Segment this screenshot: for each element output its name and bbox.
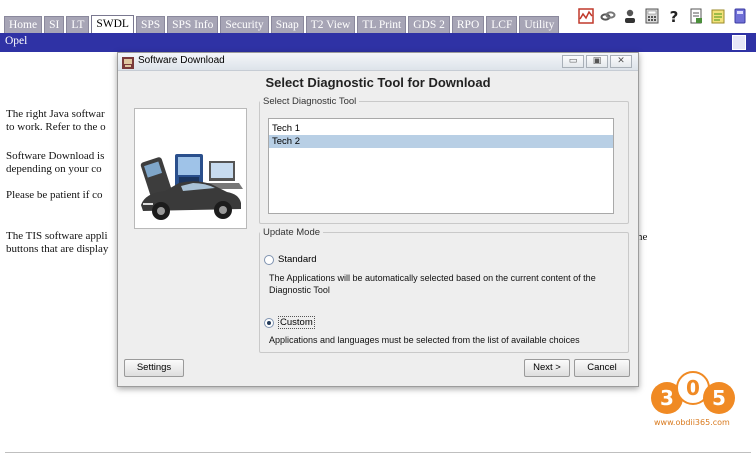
background-text: Software Download is bbox=[6, 150, 105, 162]
tab-sps-info[interactable]: SPS Info bbox=[167, 16, 219, 33]
tab-si[interactable]: SI bbox=[44, 16, 65, 33]
software-download-dialog: Software Download ▭ ▣ ✕ Select Diagnosti… bbox=[117, 52, 639, 387]
update-mode-label: Update Mode bbox=[263, 227, 321, 238]
list-item-tech2[interactable]: Tech 2 bbox=[269, 135, 613, 148]
minimize-button[interactable]: ▭ bbox=[562, 55, 584, 68]
tab-t2-view[interactable]: T2 View bbox=[305, 16, 356, 33]
background-text: The right Java softwar bbox=[6, 108, 105, 120]
divider bbox=[5, 452, 751, 453]
dialog-heading: Select Diagnostic Tool for Download bbox=[265, 75, 491, 90]
custom-description: Applications and languages must be selec… bbox=[269, 335, 580, 345]
tab-home[interactable]: Home bbox=[4, 16, 43, 33]
watermark-url: www.obdii365.com bbox=[654, 418, 730, 427]
custom-radio[interactable]: Custom bbox=[264, 316, 315, 329]
window-controls: ▭ ▣ ✕ bbox=[560, 55, 632, 68]
document-icon[interactable] bbox=[732, 35, 746, 50]
settings-button[interactable]: Settings bbox=[124, 359, 184, 377]
cancel-button[interactable]: Cancel bbox=[574, 359, 630, 377]
diagnostic-tools-image bbox=[134, 108, 247, 229]
tab-sps[interactable]: SPS bbox=[135, 16, 166, 33]
tab-rpo[interactable]: RPO bbox=[451, 16, 485, 33]
svg-text:5: 5 bbox=[712, 386, 726, 410]
svg-text:3: 3 bbox=[660, 386, 674, 410]
select-tool-label: Select Diagnostic Tool bbox=[263, 96, 357, 107]
tab-swdl[interactable]: SWDL bbox=[91, 15, 134, 33]
background-text: depending on your co bbox=[6, 163, 102, 175]
standard-label: Standard bbox=[278, 254, 317, 265]
radio-unchecked-icon[interactable] bbox=[264, 254, 274, 265]
brand-label: Opel bbox=[5, 35, 28, 47]
tab-lt[interactable]: LT bbox=[66, 16, 90, 33]
link-icon[interactable] bbox=[600, 8, 616, 24]
tab-utility[interactable]: Utility bbox=[519, 16, 560, 33]
chart-icon[interactable] bbox=[578, 8, 594, 24]
background-text: to work. Refer to the o bbox=[6, 121, 106, 133]
tab-gds2[interactable]: GDS 2 bbox=[408, 16, 450, 33]
dialog-title: Software Download bbox=[138, 55, 225, 66]
calculator-icon[interactable] bbox=[644, 8, 660, 24]
standard-description: The Applications will be automatically s… bbox=[269, 273, 596, 295]
tab-security[interactable]: Security bbox=[220, 16, 269, 33]
dialog-titlebar[interactable]: Software Download ▭ ▣ ✕ bbox=[118, 53, 638, 71]
tab-strip: Home SI LT SWDL SPS SPS Info Security Sn… bbox=[4, 15, 561, 33]
radio-checked-icon[interactable] bbox=[264, 317, 274, 328]
document-icon[interactable] bbox=[688, 8, 704, 24]
help-icon[interactable]: ? bbox=[666, 8, 682, 24]
tab-tl-print[interactable]: TL Print bbox=[357, 16, 407, 33]
custom-label: Custom bbox=[278, 316, 315, 329]
next-button[interactable]: Next > bbox=[524, 359, 570, 377]
close-button[interactable]: ✕ bbox=[610, 55, 632, 68]
standard-radio[interactable]: Standard bbox=[264, 254, 317, 265]
book-icon[interactable] bbox=[732, 8, 748, 24]
background-text: buttons that are display bbox=[6, 243, 109, 255]
list-item-tech1[interactable]: Tech 1 bbox=[269, 122, 613, 135]
maximize-button[interactable]: ▣ bbox=[586, 55, 608, 68]
brand-bar: Opel bbox=[0, 33, 756, 52]
tab-lcf[interactable]: LCF bbox=[486, 16, 518, 33]
svg-text:0: 0 bbox=[686, 376, 700, 400]
tab-snap[interactable]: Snap bbox=[270, 16, 304, 33]
background-text: The TIS software appli bbox=[6, 230, 108, 242]
diagnostic-tool-list[interactable]: Tech 1 Tech 2 bbox=[268, 118, 614, 214]
background-text: Please be patient if co bbox=[6, 189, 103, 201]
tab-bar: Home SI LT SWDL SPS SPS Info Security Sn… bbox=[0, 0, 756, 33]
toolbar: ? bbox=[572, 8, 748, 24]
app-icon bbox=[122, 56, 134, 69]
user-icon[interactable] bbox=[622, 8, 638, 24]
notes-icon[interactable] bbox=[710, 8, 726, 24]
svg-text:?: ? bbox=[670, 8, 679, 24]
